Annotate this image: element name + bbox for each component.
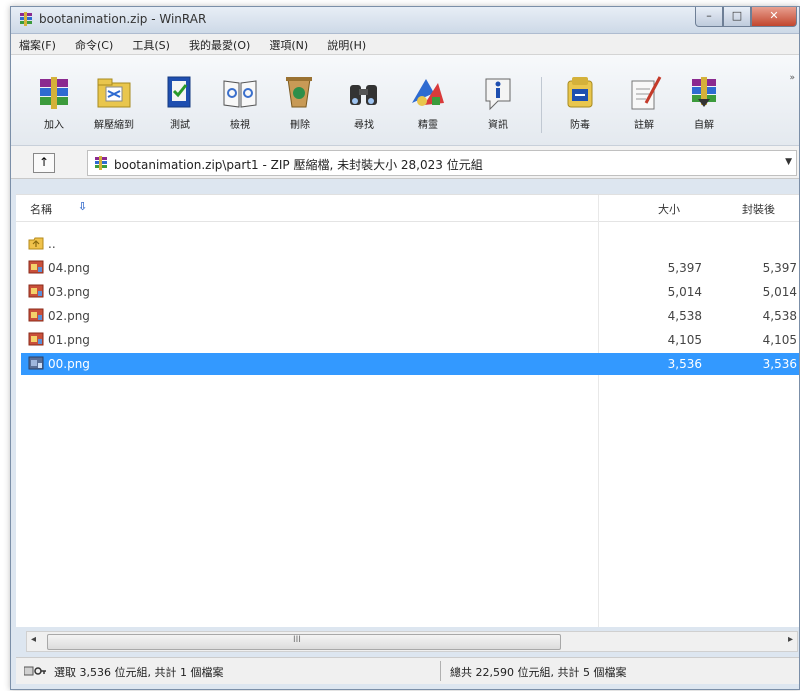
total-status: 總共 22,590 位元組, 共計 5 個檔案 — [450, 666, 627, 679]
list-item[interactable]: 04.png 5,397 5,397 — [28, 257, 797, 279]
window-title: bootanimation.zip - WinRAR — [39, 12, 207, 26]
menu-bar: 檔案(F) 命令(C) 工具(S) 我的最愛(O) 選項(N) 說明(H) — [11, 34, 799, 55]
png-file-icon — [28, 284, 44, 298]
scroll-right-icon[interactable]: ▸ — [788, 634, 793, 645]
extract-to-icon — [97, 78, 131, 108]
up-folder-button[interactable]: ↑ — [33, 153, 55, 173]
file-name: 03.png — [48, 285, 90, 299]
menu-favorites[interactable]: 我的最愛(O) — [181, 34, 256, 53]
file-size: 4,538 — [667, 309, 702, 323]
tool-delete-button[interactable]: 刪除 — [271, 73, 329, 137]
delete-icon — [286, 77, 312, 108]
path-dropdown[interactable]: bootanimation.zip\part1 - ZIP 壓縮檔, 未封裝大小… — [87, 150, 797, 176]
file-name: .. — [48, 237, 56, 251]
png-file-icon — [28, 308, 44, 322]
tool-test-button[interactable]: 測試 — [151, 73, 209, 137]
title-bar[interactable]: bootanimation.zip - WinRAR – □ ✕ — [11, 7, 799, 34]
menu-options[interactable]: 選項(N) — [261, 34, 314, 53]
file-packed-size: 4,538 — [762, 309, 797, 323]
list-item[interactable]: 03.png 5,014 5,014 — [28, 281, 797, 303]
virus-scan-icon — [567, 77, 593, 108]
file-packed-size: 5,014 — [762, 285, 797, 299]
list-item-selected[interactable]: 00.png 3,536 3,536 — [21, 353, 799, 375]
png-file-icon — [28, 260, 44, 274]
list-item[interactable]: 01.png 4,105 4,105 — [28, 329, 797, 351]
current-path: bootanimation.zip\part1 - ZIP 壓縮檔, 未封裝大小… — [114, 158, 483, 172]
info-icon — [485, 78, 511, 111]
menu-file[interactable]: 檔案(F) — [11, 34, 62, 53]
folder-up-icon — [28, 237, 44, 250]
tool-add-button[interactable]: 加入 — [25, 73, 83, 137]
status-bar: 選取 3,536 位元組, 共計 1 個檔案 總共 22,590 位元組, 共計… — [16, 657, 799, 684]
list-header: 名稱 ⇩ 大小 封裝後 — [16, 195, 799, 222]
menu-commands[interactable]: 命令(C) — [67, 34, 119, 53]
find-icon — [350, 85, 377, 105]
file-name: 00.png — [48, 357, 90, 371]
column-header-name[interactable]: 名稱 — [30, 201, 52, 217]
file-size: 5,014 — [667, 285, 702, 299]
list-item[interactable]: 02.png 4,538 4,538 — [28, 305, 797, 327]
toolbar: 加入 解壓縮到 測試 檢視 刪除 尋找 精靈 資訊 防毒 註解 自解 » — [11, 55, 799, 146]
toolbar-separator — [541, 77, 542, 133]
tool-wizard-button[interactable]: 精靈 — [399, 73, 457, 137]
grip-icon: III — [293, 635, 301, 645]
selection-status: 選取 3,536 位元組, 共計 1 個檔案 — [54, 666, 224, 679]
file-name: 04.png — [48, 261, 90, 275]
tool-info-button[interactable]: 資訊 — [469, 73, 527, 137]
add-archive-icon — [40, 77, 68, 109]
wizard-icon — [412, 79, 444, 106]
file-packed-size: 4,105 — [762, 333, 797, 347]
tool-comment-button[interactable]: 註解 — [615, 73, 673, 137]
menu-help[interactable]: 說明(H) — [319, 34, 372, 53]
tool-find-button[interactable]: 尋找 — [335, 73, 393, 137]
view-icon — [223, 80, 257, 108]
drive-key-icon — [24, 666, 46, 676]
scrollbar-thumb[interactable]: III — [47, 634, 561, 650]
close-button[interactable]: ✕ — [751, 7, 797, 27]
file-size: 3,536 — [667, 357, 702, 371]
winrar-app-icon — [20, 12, 32, 26]
file-list[interactable]: 名稱 ⇩ 大小 封裝後 .. 04.png 5,397 5,397 03.png… — [16, 194, 799, 627]
list-item-parent[interactable]: .. — [28, 233, 797, 255]
png-file-icon — [28, 332, 44, 346]
tool-virus-scan-button[interactable]: 防毒 — [551, 73, 609, 137]
test-icon — [167, 76, 191, 108]
file-size: 4,105 — [667, 333, 702, 347]
tool-extract-to-button[interactable]: 解壓縮到 — [85, 73, 143, 137]
file-name: 01.png — [48, 333, 90, 347]
horizontal-scrollbar[interactable]: ◂ III ▸ — [26, 631, 798, 652]
address-bar: ↑ bootanimation.zip\part1 - ZIP 壓縮檔, 未封裝… — [11, 146, 799, 179]
column-header-packed[interactable]: 封裝後 — [742, 201, 775, 217]
chevron-down-icon[interactable]: ▼ — [785, 157, 792, 167]
scroll-left-icon[interactable]: ◂ — [31, 634, 36, 645]
winrar-window: bootanimation.zip - WinRAR – □ ✕ 檔案(F) 命… — [10, 6, 800, 690]
file-packed-size: 3,536 — [762, 357, 797, 371]
png-file-icon — [28, 356, 44, 370]
column-header-size[interactable]: 大小 — [658, 201, 680, 217]
sfx-icon — [692, 77, 716, 107]
tool-sfx-button[interactable]: 自解 — [675, 73, 733, 137]
file-name: 02.png — [48, 309, 90, 323]
archive-icon — [95, 156, 107, 170]
tool-view-button[interactable]: 檢視 — [211, 73, 269, 137]
menu-tools[interactable]: 工具(S) — [124, 34, 176, 53]
toolbar-more-button[interactable]: » — [789, 73, 795, 83]
file-packed-size: 5,397 — [762, 261, 797, 275]
status-divider — [440, 661, 441, 681]
file-size: 5,397 — [667, 261, 702, 275]
maximize-button[interactable]: □ — [723, 7, 751, 27]
sort-descending-icon: ⇩ — [78, 200, 88, 213]
minimize-button[interactable]: – — [695, 7, 723, 27]
comment-icon — [631, 76, 662, 110]
